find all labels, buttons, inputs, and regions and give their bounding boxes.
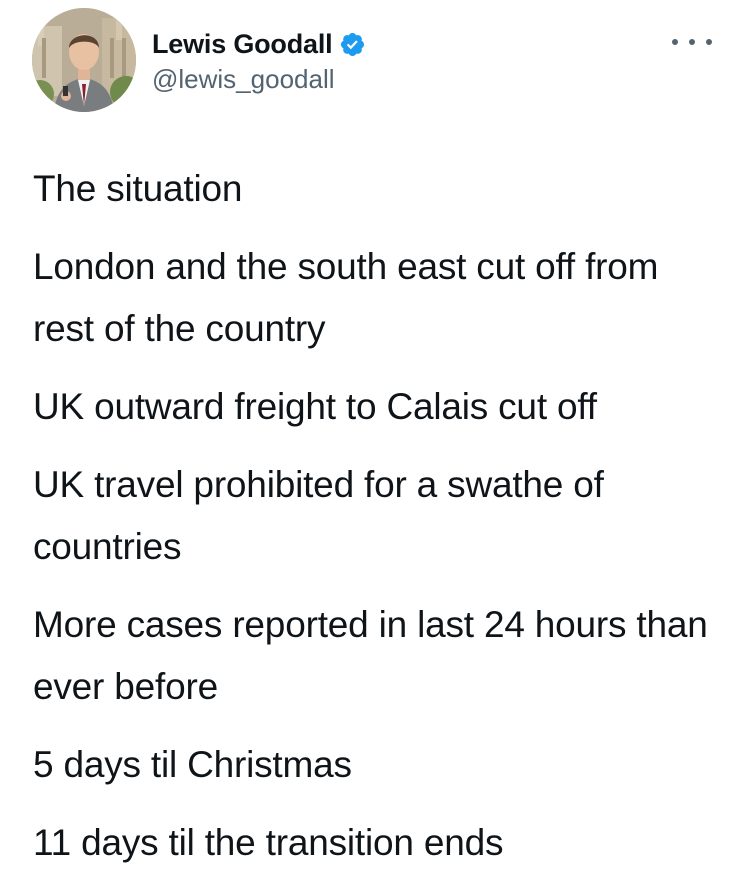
- tweet-paragraph: 11 days til the transition ends: [33, 822, 504, 863]
- tweet-paragraph: 5 days til Christmas: [33, 744, 352, 785]
- handle[interactable]: @lewis_goodall: [152, 64, 366, 95]
- tweet-paragraph: London and the south east cut off from r…: [33, 246, 659, 349]
- name-row: Lewis Goodall: [152, 26, 366, 62]
- tweet-paragraph: UK outward freight to Calais cut off: [33, 386, 597, 427]
- more-options-icon[interactable]: [672, 32, 712, 52]
- verified-badge-icon: [339, 31, 366, 58]
- tweet-paragraph: The situation: [33, 168, 243, 209]
- display-name[interactable]: Lewis Goodall: [152, 29, 333, 60]
- tweet-paragraph: UK travel prohibited for a swathe of cou…: [33, 464, 604, 567]
- tweet-text: The situation London and the south east …: [33, 158, 723, 890]
- more-dot: [672, 39, 678, 45]
- tweet-header: Lewis Goodall @lewis_goodall: [32, 8, 726, 112]
- avatar[interactable]: [32, 8, 136, 112]
- author-identity: Lewis Goodall @lewis_goodall: [152, 26, 366, 95]
- tweet-card: Lewis Goodall @lewis_goodall The situati…: [0, 0, 750, 889]
- profile-photo-icon: [32, 8, 136, 112]
- more-dot: [706, 39, 712, 45]
- more-dot: [689, 39, 695, 45]
- tweet-paragraph: More cases reported in last 24 hours tha…: [33, 604, 708, 707]
